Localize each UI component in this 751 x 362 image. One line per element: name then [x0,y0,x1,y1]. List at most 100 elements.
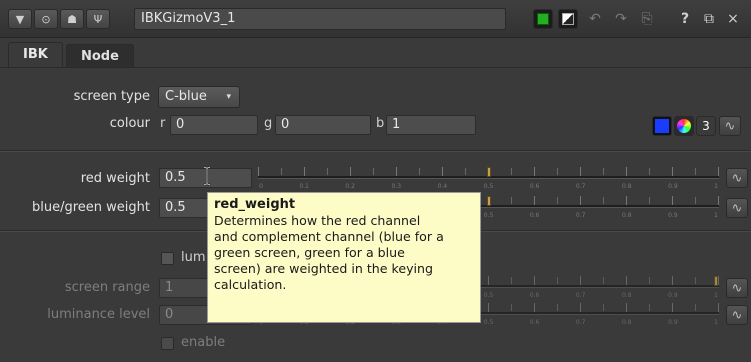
slider-tick [649,168,650,175]
slider-tick [580,196,581,205]
red-weight-tooltip: red_weight Determines how the red channe… [207,192,481,323]
slider-tick-label: 0.8 [622,183,632,190]
slider-tick-label: 0.7 [575,183,586,190]
colour-swatch-button[interactable] [652,116,672,136]
blue-green-weight-curve-button[interactable]: ∿ [726,198,748,218]
slider-handle[interactable] [486,196,491,206]
redo-icon[interactable]: ↷ [610,8,632,30]
slider-tick-label: 0.9 [668,212,678,219]
slider-tick-label: 0.8 [622,319,632,326]
slider-tick-label: 0.7 [575,212,586,219]
properties-titlebar: ▼ ⊙ ☗ Ψ IBKGizmoV3_1 ↶ ↷ ⎘ ? ⧉ × [0,0,751,38]
revert-icon[interactable]: ⎘ [636,8,658,30]
enable-checkbox[interactable] [161,337,174,350]
tab-ibk[interactable]: IBK [8,42,63,68]
slider-tick [603,197,604,204]
input-node-button[interactable]: ☗ [60,9,84,29]
tooltip-line-4: screen) are weighted in the keying [214,261,434,276]
slider-tick-label: 0.4 [437,183,448,190]
float-icon: ⧉ [704,11,714,27]
colour-r-label: r [160,116,166,131]
slider-tick [695,277,696,284]
slider-tick [557,168,558,175]
channel-count-button[interactable]: 3 [696,116,716,136]
node-color-button[interactable] [533,9,553,29]
slider-tick [557,277,558,284]
slider-tick-label: 0.5 [483,183,494,190]
node-name-field[interactable]: IBKGizmoV3_1 [134,8,506,30]
animation-curve-button[interactable]: ∿ [719,116,741,136]
colour-b-field[interactable]: 1 [386,115,476,135]
slider-tick [695,168,696,175]
enable-checkbox-label: enable [181,335,226,350]
slider-tick [580,276,581,285]
lum-checkbox[interactable] [161,252,174,265]
slider-tick [396,167,397,176]
slider-tick [534,167,535,176]
slider-tick [672,276,673,285]
slider-tick [442,167,443,176]
slider-tick [649,277,650,284]
float-panel-button[interactable]: ⧉ [698,8,720,30]
collapse-button[interactable]: ▼ [8,9,32,29]
color-swatch-icon [655,119,669,133]
screen-range-label: screen range [64,280,150,295]
text-cursor-icon [203,166,211,186]
slider-tick-label: 0.7 [575,292,586,299]
slider-handle[interactable] [486,167,491,177]
color-swatch-icon [537,13,549,25]
slider-tick [350,167,351,176]
slider-tick [534,276,535,285]
screen-range-curve-button[interactable]: ∿ [726,278,748,298]
slider-tick [718,167,719,176]
help-button[interactable]: ? [674,8,696,30]
luminance-level-curve-button[interactable]: ∿ [726,305,748,325]
slider-tick [488,303,489,312]
slider-tick [718,196,719,205]
curve-icon: ∿ [731,200,743,216]
slider-tick [304,167,305,176]
blue-green-weight-label: blue/green weight [32,200,150,215]
slider-tick [511,197,512,204]
slider-handle[interactable] [714,276,718,286]
center-node-button[interactable]: ⊙ [34,9,58,29]
colour-r-field[interactable]: 0 [170,115,258,135]
slider-tick-label: 1 [714,292,718,299]
luminance-level-label: luminance level [47,307,150,322]
gizmo-button[interactable]: Ψ [86,9,110,29]
red-weight-slider[interactable]: 0 0.1 0.2 0.3 0.4 0.5 0.6 0.7 0.8 0.9 1 [258,164,719,192]
slider-tick-label: 0.5 [483,292,494,299]
tab-node[interactable]: Node [66,44,134,68]
tooltip-line-2: and complement channel (blue for a [214,229,444,244]
slider-tick [695,304,696,311]
curve-icon: ∿ [724,118,736,134]
slider-tick-label: 0.5 [483,212,494,219]
slider-tick-label: 0.8 [622,212,632,219]
font-color-button[interactable] [558,9,578,29]
slider-tick-label: 1 [714,212,718,219]
slider-tick-label: 0.3 [391,183,402,190]
color-wheel-icon [677,119,691,133]
slider-tick-label: 0.6 [529,183,540,190]
slider-tick-label: 1 [714,183,718,190]
slider-tick-label: 0.9 [668,183,678,190]
undo-icon[interactable]: ↶ [584,8,606,30]
color-wheel-button[interactable] [674,116,694,136]
slider-tick [511,168,512,175]
screen-type-label: screen type [73,89,150,104]
slider-tick [649,304,650,311]
slider-tick-label: 0.1 [299,183,309,190]
slider-tick [649,197,650,204]
slider-tick [534,196,535,205]
colour-g-field[interactable]: 0 [275,115,371,135]
dropdown-arrow-icon: ▾ [226,92,231,102]
red-weight-curve-button[interactable]: ∿ [726,168,748,188]
slider-tick [488,276,489,285]
slider-tick [534,303,535,312]
slider-tick-label: 0 [259,183,263,190]
close-panel-button[interactable]: × [722,8,744,30]
screen-type-dropdown[interactable]: C-blue ▾ [158,86,240,108]
slider-tick-label: 0.5 [483,319,494,326]
slider-tick [557,197,558,204]
red-weight-label: red weight [80,171,150,186]
